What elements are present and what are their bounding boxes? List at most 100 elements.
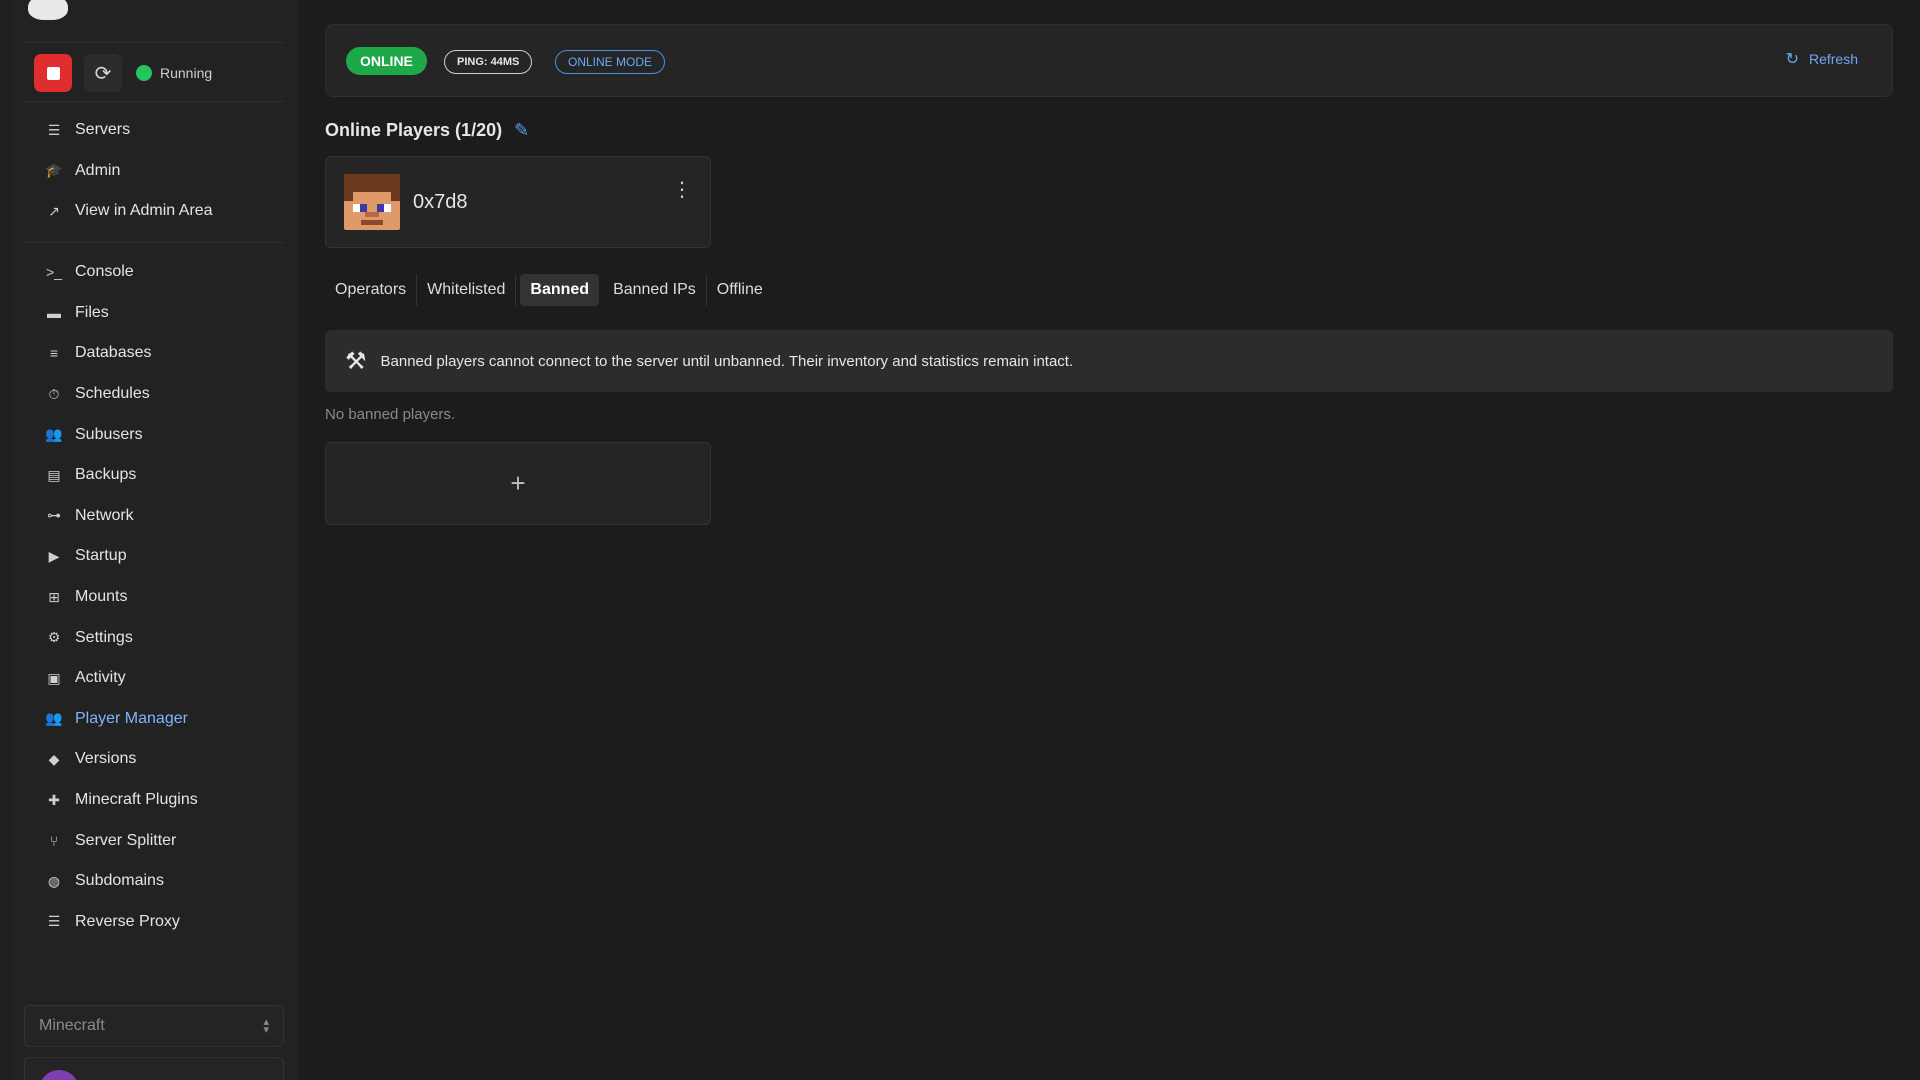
sidebar-item-label: Backups <box>75 466 137 484</box>
divider <box>24 101 284 102</box>
sidebar-item-settings[interactable]: ⚙ Settings <box>24 617 284 658</box>
tab-offline[interactable]: Offline <box>707 274 773 306</box>
online-players-title: Online Players (1/20) <box>325 120 503 140</box>
sidebar-item-admin[interactable]: 🎓 Admin <box>24 151 284 192</box>
sidebar-item-subdomains[interactable]: ◍ Subdomains <box>24 861 284 902</box>
refresh-icon: ↻ <box>1785 51 1799 68</box>
sidebar-item-label: Mounts <box>75 588 128 606</box>
sidebar-item-label: Files <box>75 303 109 321</box>
sidebar-item-label: Network <box>75 506 134 524</box>
sidebar-item-label: Player Manager <box>75 709 188 727</box>
folder-icon: ▬ <box>47 304 61 321</box>
add-banned-player-button[interactable]: + <box>325 442 711 525</box>
power-controls: ⟳ Running <box>34 54 212 92</box>
online-players-heading: Online Players (1/20) ✎ <box>325 120 529 141</box>
play-icon: ▶ <box>48 547 60 564</box>
sidebar-item-view-in-admin-area[interactable]: ↗ View in Admin Area <box>24 191 284 232</box>
sidebar-item-label: Activity <box>75 669 126 687</box>
tab-banned[interactable]: Banned <box>520 274 600 306</box>
divider <box>24 42 284 43</box>
logo-icon <box>28 0 68 20</box>
stopwatch-icon: ⏱ <box>48 385 60 402</box>
divider <box>24 242 284 243</box>
sidebar: ⟳ Running ☰ Servers 🎓 Admin ↗ View in Ad… <box>0 0 298 1080</box>
server-status-bar: ONLINE PING: 44MS ONLINE MODE ↻ Refresh <box>325 24 1893 97</box>
sidebar-item-minecraft-plugins[interactable]: ✚ Minecraft Plugins <box>24 780 284 821</box>
online-status-badge: ONLINE <box>346 47 427 75</box>
restart-button[interactable]: ⟳ <box>84 54 122 92</box>
sidebar-item-label: Subusers <box>75 425 143 443</box>
sidebar-item-player-manager[interactable]: 👥 Player Manager <box>24 699 284 740</box>
sidebar-item-label: Settings <box>75 628 133 646</box>
database-icon: ≡ <box>49 345 59 362</box>
pencil-icon[interactable]: ✎ <box>514 120 529 141</box>
mount-icon: ⊞ <box>48 588 60 605</box>
branch-icon: ⑂ <box>49 832 59 849</box>
sidebar-item-network[interactable]: ⊶ Network <box>24 496 284 537</box>
sidebar-item-databases[interactable]: ≡ Databases <box>24 333 284 374</box>
stop-icon <box>46 66 60 80</box>
nav-group-admin: ☰ Servers 🎓 Admin ↗ View in Admin Area <box>24 110 284 232</box>
sidebar-item-label: Server Splitter <box>75 831 177 849</box>
sidebar-item-label: Schedules <box>75 385 150 403</box>
external-link-icon: ↗ <box>48 202 60 219</box>
sidebar-item-activity[interactable]: ▣ Activity <box>24 658 284 699</box>
avatar <box>39 1070 79 1080</box>
sidebar-item-label: Subdomains <box>75 872 164 890</box>
banned-info-text: Banned players cannot connect to the ser… <box>380 352 1074 370</box>
user-menu[interactable] <box>24 1057 284 1080</box>
sidebar-item-server-splitter[interactable]: ⑂ Server Splitter <box>24 820 284 861</box>
server-icon: ☰ <box>47 913 61 930</box>
player-head-icon <box>344 174 400 230</box>
tag-icon: ◆ <box>48 750 60 767</box>
player-list-tabs: Operators Whitelisted Banned Banned IPs … <box>325 274 773 306</box>
sidebar-item-backups[interactable]: ▤ Backups <box>24 455 284 496</box>
users-icon: 👥 <box>45 426 63 443</box>
sidebar-item-mounts[interactable]: ⊞ Mounts <box>24 577 284 618</box>
refresh-button[interactable]: ↻ Refresh <box>1786 49 1858 69</box>
terminal-icon: >_ <box>46 264 62 281</box>
more-options-icon[interactable]: ⋮ <box>672 180 692 200</box>
sidebar-item-console[interactable]: >_ Console <box>24 252 284 293</box>
refresh-label: Refresh <box>1808 51 1858 67</box>
sidebar-item-files[interactable]: ▬ Files <box>24 293 284 334</box>
sidebar-item-servers[interactable]: ☰ Servers <box>24 110 284 151</box>
puzzle-icon: ✚ <box>48 791 60 808</box>
server-select[interactable]: Minecraft ▴ ▾ <box>24 1005 284 1047</box>
globe-icon: ◍ <box>47 872 61 889</box>
sidebar-item-label: Admin <box>75 161 121 179</box>
sidebar-item-reverse-proxy[interactable]: ☰ Reverse Proxy <box>24 902 284 943</box>
network-icon: ⊶ <box>47 507 61 524</box>
stop-button[interactable] <box>34 54 72 92</box>
tab-operators[interactable]: Operators <box>325 274 418 306</box>
sidebar-item-label: Versions <box>75 750 137 768</box>
player-card[interactable]: 0x7d8 ⋮ <box>325 156 711 248</box>
plus-icon: + <box>510 468 526 498</box>
status-indicator-icon <box>136 65 152 81</box>
users-icon: 👥 <box>45 710 63 727</box>
sidebar-item-startup[interactable]: ▶ Startup <box>24 536 284 577</box>
tab-banned-ips[interactable]: Banned IPs <box>603 274 707 306</box>
sidebar-item-label: Console <box>75 263 134 281</box>
sidebar-item-schedules[interactable]: ⏱ Schedules <box>24 374 284 415</box>
archive-icon: ▤ <box>47 466 61 483</box>
gear-icon: ⚙ <box>47 629 61 646</box>
sidebar-item-label: Minecraft Plugins <box>75 791 198 809</box>
sidebar-item-label: Servers <box>75 121 131 139</box>
chevron-up-down-icon: ▴ ▾ <box>263 1016 269 1036</box>
player-name: 0x7d8 <box>413 191 468 213</box>
tab-whitelisted[interactable]: Whitelisted <box>417 274 517 306</box>
banned-info-banner: ⚒ Banned players cannot connect to the s… <box>325 330 1893 392</box>
nav-group-server: >_ Console ▬ Files ≡ Databases ⏱ Schedul… <box>24 252 284 942</box>
gavel-icon: ⚒ <box>345 347 367 375</box>
server-icon: ☰ <box>47 121 61 138</box>
online-mode-badge: ONLINE MODE <box>555 50 666 74</box>
server-select-value: Minecraft <box>39 1017 105 1034</box>
sidebar-item-label: Databases <box>75 344 152 362</box>
ping-badge: PING: 44MS <box>444 50 533 74</box>
app: ⟳ Running ☰ Servers 🎓 Admin ↗ View in Ad… <box>0 0 1920 1080</box>
sidebar-item-subusers[interactable]: 👥 Subusers <box>24 414 284 455</box>
sidebar-item-versions[interactable]: ◆ Versions <box>24 739 284 780</box>
empty-state-text: No banned players. <box>325 406 456 423</box>
graduation-cap-icon: 🎓 <box>45 162 63 179</box>
